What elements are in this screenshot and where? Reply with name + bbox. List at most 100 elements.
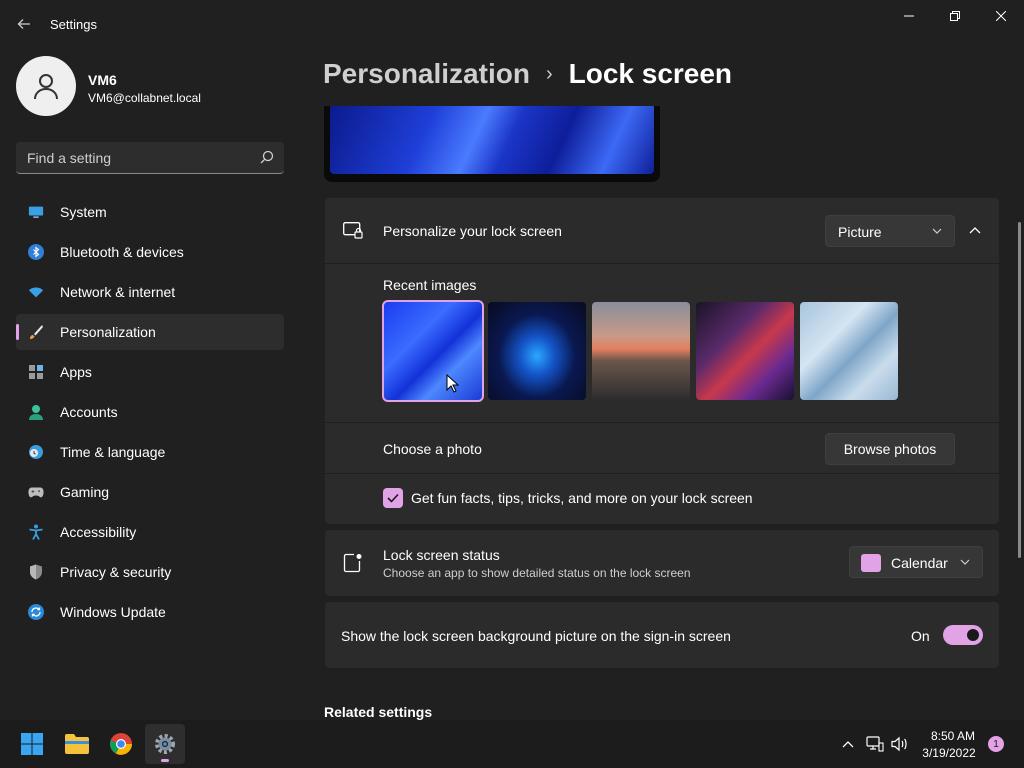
- accessibility-icon: [28, 524, 44, 540]
- sidebar-item-label: Network & internet: [60, 284, 176, 300]
- globe-clock-icon: [28, 444, 44, 460]
- close-icon: [996, 11, 1006, 21]
- monitor-icon: [28, 204, 44, 220]
- lock-screen-icon: [343, 222, 363, 239]
- chevron-right-icon: ›: [545, 62, 553, 85]
- notification-badge[interactable]: 1: [988, 736, 1004, 752]
- sidebar-item-label: Privacy & security: [60, 564, 172, 580]
- collapse-button[interactable]: [963, 220, 987, 242]
- sidebar-item-time-language[interactable]: Time & language: [16, 434, 284, 470]
- recent-image-5[interactable]: [800, 302, 898, 400]
- breadcrumb-parent[interactable]: Personalization: [323, 58, 530, 90]
- sidebar-item-label: Accessibility: [60, 524, 137, 540]
- sidebar-item-label: System: [60, 204, 107, 220]
- update-icon: [28, 604, 44, 620]
- gamepad-icon: [28, 484, 44, 500]
- signin-background-card: Show the lock screen background picture …: [325, 602, 999, 668]
- sidebar-item-label: Personalization: [60, 324, 156, 340]
- dropdown-value: Calendar: [891, 555, 948, 571]
- scrollbar[interactable]: [1018, 222, 1021, 558]
- mouse-cursor-icon: [446, 374, 460, 393]
- chrome-button[interactable]: [101, 724, 141, 764]
- personalize-lock-screen-card: Personalize your lock screen Picture Rec…: [325, 198, 999, 524]
- search-icon: [260, 150, 274, 164]
- browse-photos-button[interactable]: Browse photos: [825, 433, 955, 465]
- chevron-up-icon: [969, 227, 981, 234]
- chrome-icon: [110, 733, 132, 755]
- title-bar: Settings: [0, 0, 1024, 48]
- clock-date[interactable]: 3/19/2022: [918, 746, 980, 760]
- sidebar-item-accessibility[interactable]: Accessibility: [16, 514, 284, 550]
- sidebar-item-label: Accounts: [60, 404, 118, 420]
- search-input[interactable]: Find a setting: [16, 142, 284, 174]
- sidebar-item-label: Windows Update: [60, 604, 166, 620]
- back-button[interactable]: [10, 10, 38, 38]
- sidebar-item-gaming[interactable]: Gaming: [16, 474, 284, 510]
- personalize-type-dropdown[interactable]: Picture: [825, 215, 955, 247]
- chevron-up-icon: [842, 741, 854, 748]
- start-button[interactable]: [12, 724, 52, 764]
- show-hidden-icons-button[interactable]: [838, 734, 858, 754]
- minimize-button[interactable]: [886, 0, 932, 32]
- page-title: Lock screen: [568, 58, 733, 89]
- bluetooth-icon: [28, 244, 44, 260]
- close-button[interactable]: [978, 0, 1024, 32]
- wifi-icon: [28, 284, 44, 300]
- restore-button[interactable]: [932, 0, 978, 32]
- fun-facts-checkbox[interactable]: [383, 488, 403, 508]
- settings-app-button[interactable]: [145, 724, 185, 764]
- user-email: VM6@collabnet.local: [88, 91, 201, 105]
- personalize-label: Personalize your lock screen: [383, 223, 562, 239]
- network-wired-icon: [866, 736, 884, 752]
- sidebar-item-accounts[interactable]: Accounts: [16, 394, 284, 430]
- network-tray-icon[interactable]: [865, 734, 885, 754]
- recent-image-1[interactable]: [382, 300, 484, 402]
- person-icon: [34, 74, 58, 100]
- chevron-down-icon: [960, 559, 970, 565]
- recent-images-label: Recent images: [383, 277, 477, 293]
- taskbar: 8:50 AM 3/19/2022 1: [0, 720, 1024, 768]
- sidebar-item-privacy[interactable]: Privacy & security: [16, 554, 284, 590]
- shield-icon: [28, 564, 44, 580]
- sidebar-item-system[interactable]: System: [16, 194, 284, 230]
- user-name: VM6: [88, 72, 117, 88]
- calendar-icon: [861, 554, 881, 572]
- gear-icon: [155, 734, 175, 754]
- sidebar-item-apps[interactable]: Apps: [16, 354, 284, 390]
- lock-screen-status-label: Lock screen status: [383, 547, 500, 563]
- sidebar-nav: System Bluetooth & devices Network & int…: [16, 194, 284, 634]
- sidebar-item-windows-update[interactable]: Windows Update: [16, 594, 284, 630]
- lock-screen-status-sublabel: Choose an app to show detailed status on…: [383, 566, 691, 580]
- status-icon: [343, 553, 362, 573]
- app-title: Settings: [50, 17, 97, 32]
- signin-background-toggle[interactable]: [943, 625, 983, 645]
- choose-photo-row: Choose a photo Browse photos: [325, 422, 999, 474]
- sidebar-item-personalization[interactable]: Personalization: [16, 314, 284, 350]
- apps-icon: [28, 364, 44, 380]
- file-explorer-button[interactable]: [57, 724, 97, 764]
- user-profile[interactable]: VM6 VM6@collabnet.local: [16, 56, 286, 118]
- folder-icon: [65, 734, 89, 754]
- sidebar-item-label: Gaming: [60, 484, 110, 500]
- breadcrumb: Personalization › Lock screen: [323, 58, 732, 90]
- recent-image-2[interactable]: [488, 302, 586, 400]
- recent-image-4[interactable]: [696, 302, 794, 400]
- lock-screen-preview: [324, 106, 660, 182]
- person-icon: [28, 404, 44, 420]
- sidebar-item-label: Time & language: [60, 444, 166, 460]
- restore-icon: [950, 11, 960, 21]
- sidebar-item-bluetooth[interactable]: Bluetooth & devices: [16, 234, 284, 270]
- avatar: [16, 56, 76, 116]
- search-placeholder: Find a setting: [27, 150, 112, 166]
- sidebar-item-label: Apps: [60, 364, 92, 380]
- toggle-knob: [967, 629, 979, 641]
- recent-image-3[interactable]: [592, 302, 690, 400]
- clock-time[interactable]: 8:50 AM: [926, 729, 980, 743]
- signin-background-label: Show the lock screen background picture …: [341, 628, 731, 644]
- sidebar-item-network[interactable]: Network & internet: [16, 274, 284, 310]
- personalize-header-row[interactable]: Personalize your lock screen Picture: [325, 198, 999, 264]
- status-app-dropdown[interactable]: Calendar: [849, 546, 983, 578]
- volume-tray-icon[interactable]: [890, 734, 910, 754]
- checkmark-icon: [387, 493, 399, 503]
- windows-logo-icon: [21, 733, 43, 755]
